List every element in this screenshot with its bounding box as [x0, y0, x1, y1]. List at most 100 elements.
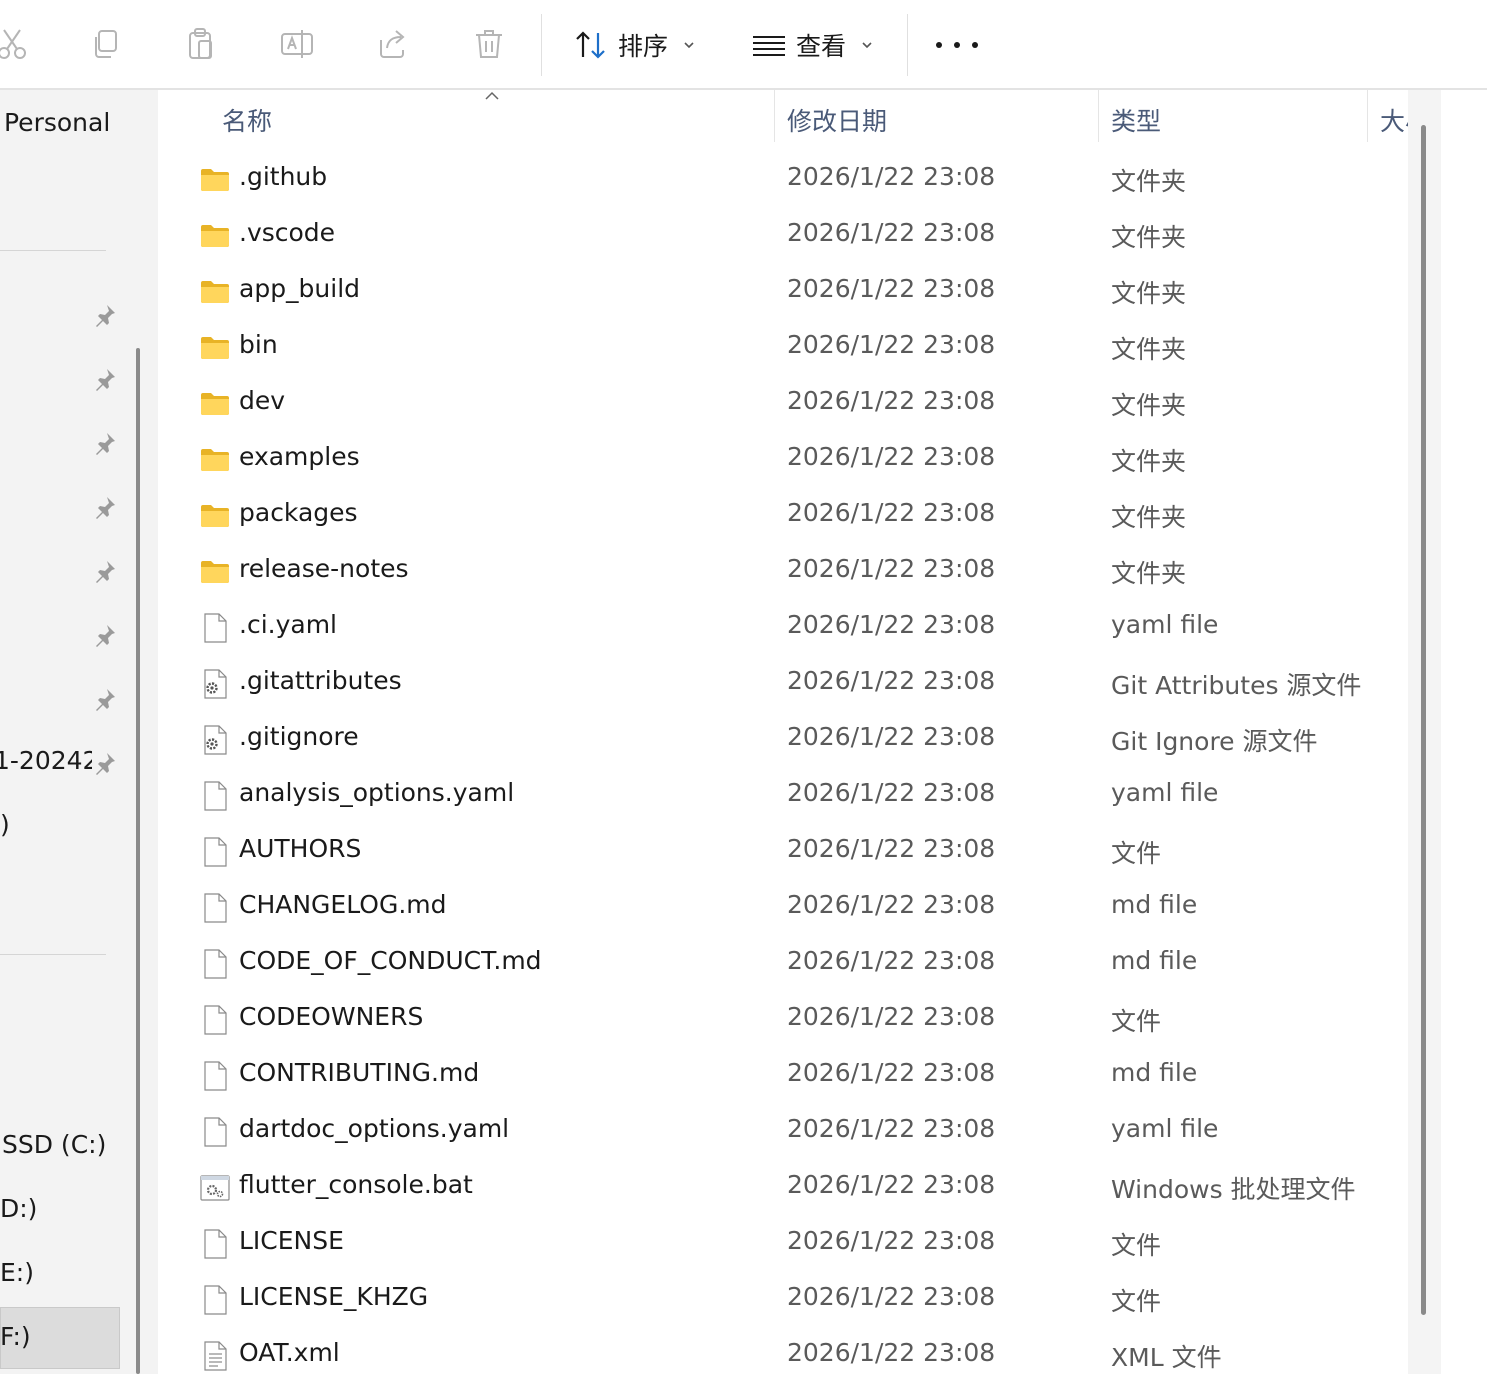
file-row[interactable]: dev 2026/1/22 23:08 文件夹 [158, 375, 1408, 431]
file-modified-date: 2026/1/22 23:08 [787, 330, 996, 359]
nav-item-drive-f[interactable]: F:) [0, 1322, 31, 1351]
pin-icon[interactable] [92, 686, 118, 712]
copy-icon[interactable] [83, 22, 127, 66]
settings-file-icon [200, 725, 230, 755]
sort-button[interactable]: 排序 [574, 22, 696, 68]
rename-icon[interactable] [275, 22, 319, 66]
nav-item-quick-access[interactable]: 1-20242 [0, 746, 98, 775]
file-type: yaml file [1111, 610, 1219, 639]
file-modified-date: 2026/1/22 23:08 [787, 778, 996, 807]
file-type: md file [1111, 946, 1198, 975]
column-separator[interactable] [1098, 90, 1099, 142]
file-type: XML 文件 [1111, 1343, 1222, 1372]
folder-icon [200, 165, 230, 195]
file-row[interactable]: release-notes 2026/1/22 23:08 文件夹 [158, 543, 1408, 599]
file-type: 文件夹 [1111, 503, 1187, 532]
file-row[interactable]: AUTHORS 2026/1/22 23:08 文件 [158, 823, 1408, 879]
pin-icon[interactable] [92, 366, 118, 392]
nav-scroll-gutter [122, 90, 158, 1374]
file-row[interactable]: .ci.yaml 2026/1/22 23:08 yaml file [158, 599, 1408, 655]
sort-label: 排序 [618, 32, 669, 61]
file-type: 文件 [1111, 1231, 1162, 1260]
nav-item-truncated[interactable]: ) [0, 810, 10, 839]
file-row[interactable]: CHANGELOG.md 2026/1/22 23:08 md file [158, 879, 1408, 935]
nav-item-drive-d[interactable]: D:) [0, 1194, 37, 1223]
file-row[interactable]: CODEOWNERS 2026/1/22 23:08 文件 [158, 991, 1408, 1047]
column-header-name[interactable]: 名称 [222, 102, 272, 138]
file-row[interactable]: flutter_console.bat 2026/1/22 23:08 Window… [158, 1159, 1408, 1215]
column-separator[interactable] [774, 90, 775, 142]
column-header-size[interactable]: 大小 [1380, 102, 1408, 138]
file-name: CODE_OF_CONDUCT.md [239, 946, 542, 975]
file-row[interactable]: dartdoc_options.yaml 2026/1/22 23:08 yaml … [158, 1103, 1408, 1159]
file-row[interactable]: CONTRIBUTING.md 2026/1/22 23:08 md file [158, 1047, 1408, 1103]
file-row[interactable]: LICENSE_KHZG 2026/1/22 23:08 文件 [158, 1271, 1408, 1327]
file-name: LICENSE [239, 1226, 344, 1255]
file-type: 文件夹 [1111, 279, 1187, 308]
nav-divider [0, 250, 106, 251]
file-list: 名称 修改日期 类型 大小 .github 2026/1/22 23:08 文件夹.… [158, 90, 1408, 1374]
delete-icon[interactable] [467, 22, 511, 66]
file-name: .ci.yaml [239, 610, 337, 639]
navigation-pane: Personal 1-20242 ) SSD (C:) D:) E:) F:) [0, 90, 122, 1374]
file-row[interactable]: .vscode 2026/1/22 23:08 文件夹 [158, 207, 1408, 263]
file-row[interactable]: packages 2026/1/22 23:08 文件夹 [158, 487, 1408, 543]
pin-icon[interactable] [92, 750, 118, 776]
nav-item-drive-c[interactable]: SSD (C:) [2, 1130, 106, 1159]
file-row[interactable]: .gitattributes 2026/1/22 23:08 Git Attribu… [158, 655, 1408, 711]
file-icon [200, 1005, 230, 1035]
nav-scrollbar[interactable] [136, 348, 140, 1374]
share-icon[interactable] [371, 22, 415, 66]
settings-file-icon [200, 669, 230, 699]
pin-icon[interactable] [92, 302, 118, 328]
chevron-down-icon [684, 42, 694, 49]
file-name: packages [239, 498, 358, 527]
file-name: CHANGELOG.md [239, 890, 447, 919]
file-name: OAT.xml [239, 1338, 340, 1367]
file-row[interactable]: CODE_OF_CONDUCT.md 2026/1/22 23:08 md file [158, 935, 1408, 991]
column-header-type[interactable]: 类型 [1111, 102, 1161, 138]
file-modified-date: 2026/1/22 23:08 [787, 610, 996, 639]
file-row[interactable]: app_build 2026/1/22 23:08 文件夹 [158, 263, 1408, 319]
folder-icon [200, 389, 230, 419]
folder-icon [200, 221, 230, 251]
file-row[interactable]: bin 2026/1/22 23:08 文件夹 [158, 319, 1408, 375]
pin-icon[interactable] [92, 494, 118, 520]
file-icon [200, 1229, 230, 1259]
file-row[interactable]: OAT.xml 2026/1/22 23:08 XML 文件 [158, 1327, 1408, 1374]
file-list-scrollbar-thumb[interactable] [1421, 125, 1426, 1315]
file-row[interactable]: .gitignore 2026/1/22 23:08 Git Ignore 源文件 [158, 711, 1408, 767]
nav-item-personal[interactable]: Personal [4, 108, 110, 137]
file-icon [200, 1117, 230, 1147]
file-modified-date: 2026/1/22 23:08 [787, 554, 996, 583]
column-header-row: 名称 修改日期 类型 大小 [158, 90, 1408, 148]
command-bar: 排序 查看 [0, 0, 1487, 90]
more-icon[interactable] [936, 28, 978, 62]
pin-icon[interactable] [92, 558, 118, 584]
view-button[interactable]: 查看 [752, 22, 874, 68]
paste-icon[interactable] [179, 22, 223, 66]
file-name: dartdoc_options.yaml [239, 1114, 510, 1143]
pin-icon[interactable] [92, 622, 118, 648]
pin-icon[interactable] [92, 430, 118, 456]
file-type: 文件 [1111, 1287, 1162, 1316]
cut-icon[interactable] [0, 22, 34, 66]
file-row[interactable]: LICENSE 2026/1/22 23:08 文件 [158, 1215, 1408, 1271]
file-row[interactable]: .github 2026/1/22 23:08 文件夹 [158, 151, 1408, 207]
file-type: yaml file [1111, 778, 1219, 807]
file-modified-date: 2026/1/22 23:08 [787, 1282, 996, 1311]
file-type: md file [1111, 1058, 1198, 1087]
nav-item-drive-e[interactable]: E:) [0, 1258, 34, 1287]
file-modified-date: 2026/1/22 23:08 [787, 834, 996, 863]
file-icon [200, 1061, 230, 1091]
file-modified-date: 2026/1/22 23:08 [787, 1114, 996, 1143]
view-icon [753, 36, 785, 56]
file-type: 文件夹 [1111, 335, 1187, 364]
column-header-date[interactable]: 修改日期 [787, 102, 887, 138]
file-row[interactable]: analysis_options.yaml 2026/1/22 23:08 yaml… [158, 767, 1408, 823]
file-modified-date: 2026/1/22 23:08 [787, 442, 996, 471]
file-type: Git Attributes 源文件 [1111, 671, 1362, 700]
file-name: CONTRIBUTING.md [239, 1058, 480, 1087]
file-row[interactable]: examples 2026/1/22 23:08 文件夹 [158, 431, 1408, 487]
column-separator[interactable] [1367, 90, 1368, 142]
